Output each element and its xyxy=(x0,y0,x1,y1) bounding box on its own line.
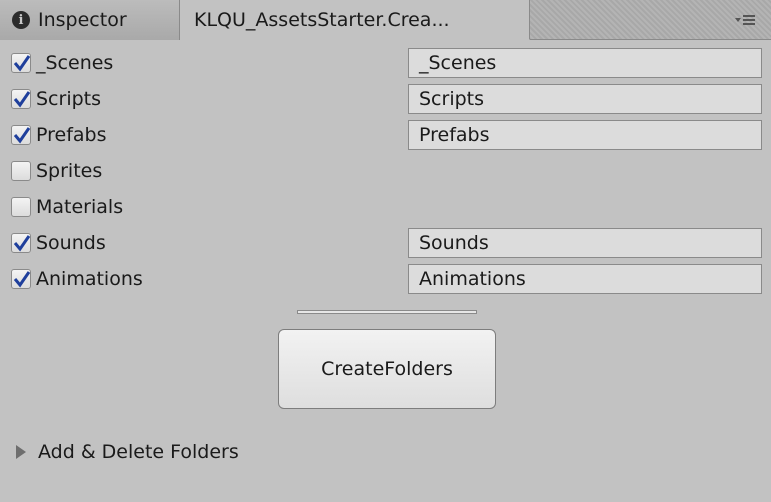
triangle-right-icon[interactable] xyxy=(16,445,26,459)
folder-name-input[interactable]: _Scenes xyxy=(408,48,762,78)
checkbox-sounds[interactable] xyxy=(11,233,31,253)
checkbox-animations[interactable] xyxy=(11,269,31,289)
checkbox-prefabs[interactable] xyxy=(11,125,31,145)
checkmark-icon xyxy=(13,55,31,72)
folder-row-animations: Animations Animations xyxy=(0,261,771,297)
folder-row-sounds: Sounds Sounds xyxy=(0,225,771,261)
info-icon: i xyxy=(12,11,30,29)
checkbox-scenes[interactable] xyxy=(11,53,31,73)
tab-inspector-label: Inspector xyxy=(38,9,127,31)
checkmark-icon xyxy=(13,235,31,252)
folder-label: Prefabs xyxy=(36,124,107,146)
folder-name-input[interactable]: Sounds xyxy=(408,228,762,258)
checkmark-icon xyxy=(13,127,31,144)
folder-label: _Scenes xyxy=(36,52,114,74)
checkbox-scripts[interactable] xyxy=(11,89,31,109)
folder-label: Sprites xyxy=(36,160,103,182)
folder-row-prefabs: Prefabs Prefabs xyxy=(0,117,771,153)
folder-label: Animations xyxy=(36,268,143,290)
folder-row-sprites: Sprites xyxy=(0,153,771,189)
checkbox-sprites[interactable] xyxy=(11,161,31,181)
tab-assets-starter[interactable]: KLQU_AssetsStarter.Crea... xyxy=(180,0,530,40)
foldout-label: Add & Delete Folders xyxy=(38,441,239,463)
folder-label: Sounds xyxy=(36,232,106,254)
folder-row-scenes: _Scenes _Scenes xyxy=(0,45,771,81)
tab-inspector[interactable]: i Inspector xyxy=(0,0,180,40)
tab-assets-starter-label: KLQU_AssetsStarter.Crea... xyxy=(194,8,450,31)
folder-label: Materials xyxy=(36,196,124,218)
folder-name-input[interactable]: Scripts xyxy=(408,84,762,114)
folder-row-materials: Materials xyxy=(0,189,771,225)
add-delete-folders-foldout[interactable]: Add & Delete Folders xyxy=(16,438,239,466)
folder-name-input[interactable]: Prefabs xyxy=(408,120,762,150)
folder-name-input[interactable]: Animations xyxy=(408,264,762,294)
checkmark-icon xyxy=(13,271,31,288)
divider xyxy=(297,310,477,314)
folder-row-scripts: Scripts Scripts xyxy=(0,81,771,117)
checkmark-icon xyxy=(13,91,31,108)
folder-label: Scripts xyxy=(36,88,102,110)
tab-bar: i Inspector KLQU_AssetsStarter.Crea... xyxy=(0,0,771,40)
tab-menu-icon[interactable] xyxy=(735,12,759,28)
checkbox-materials[interactable] xyxy=(11,197,31,217)
create-folders-button[interactable]: CreateFolders xyxy=(278,329,496,409)
